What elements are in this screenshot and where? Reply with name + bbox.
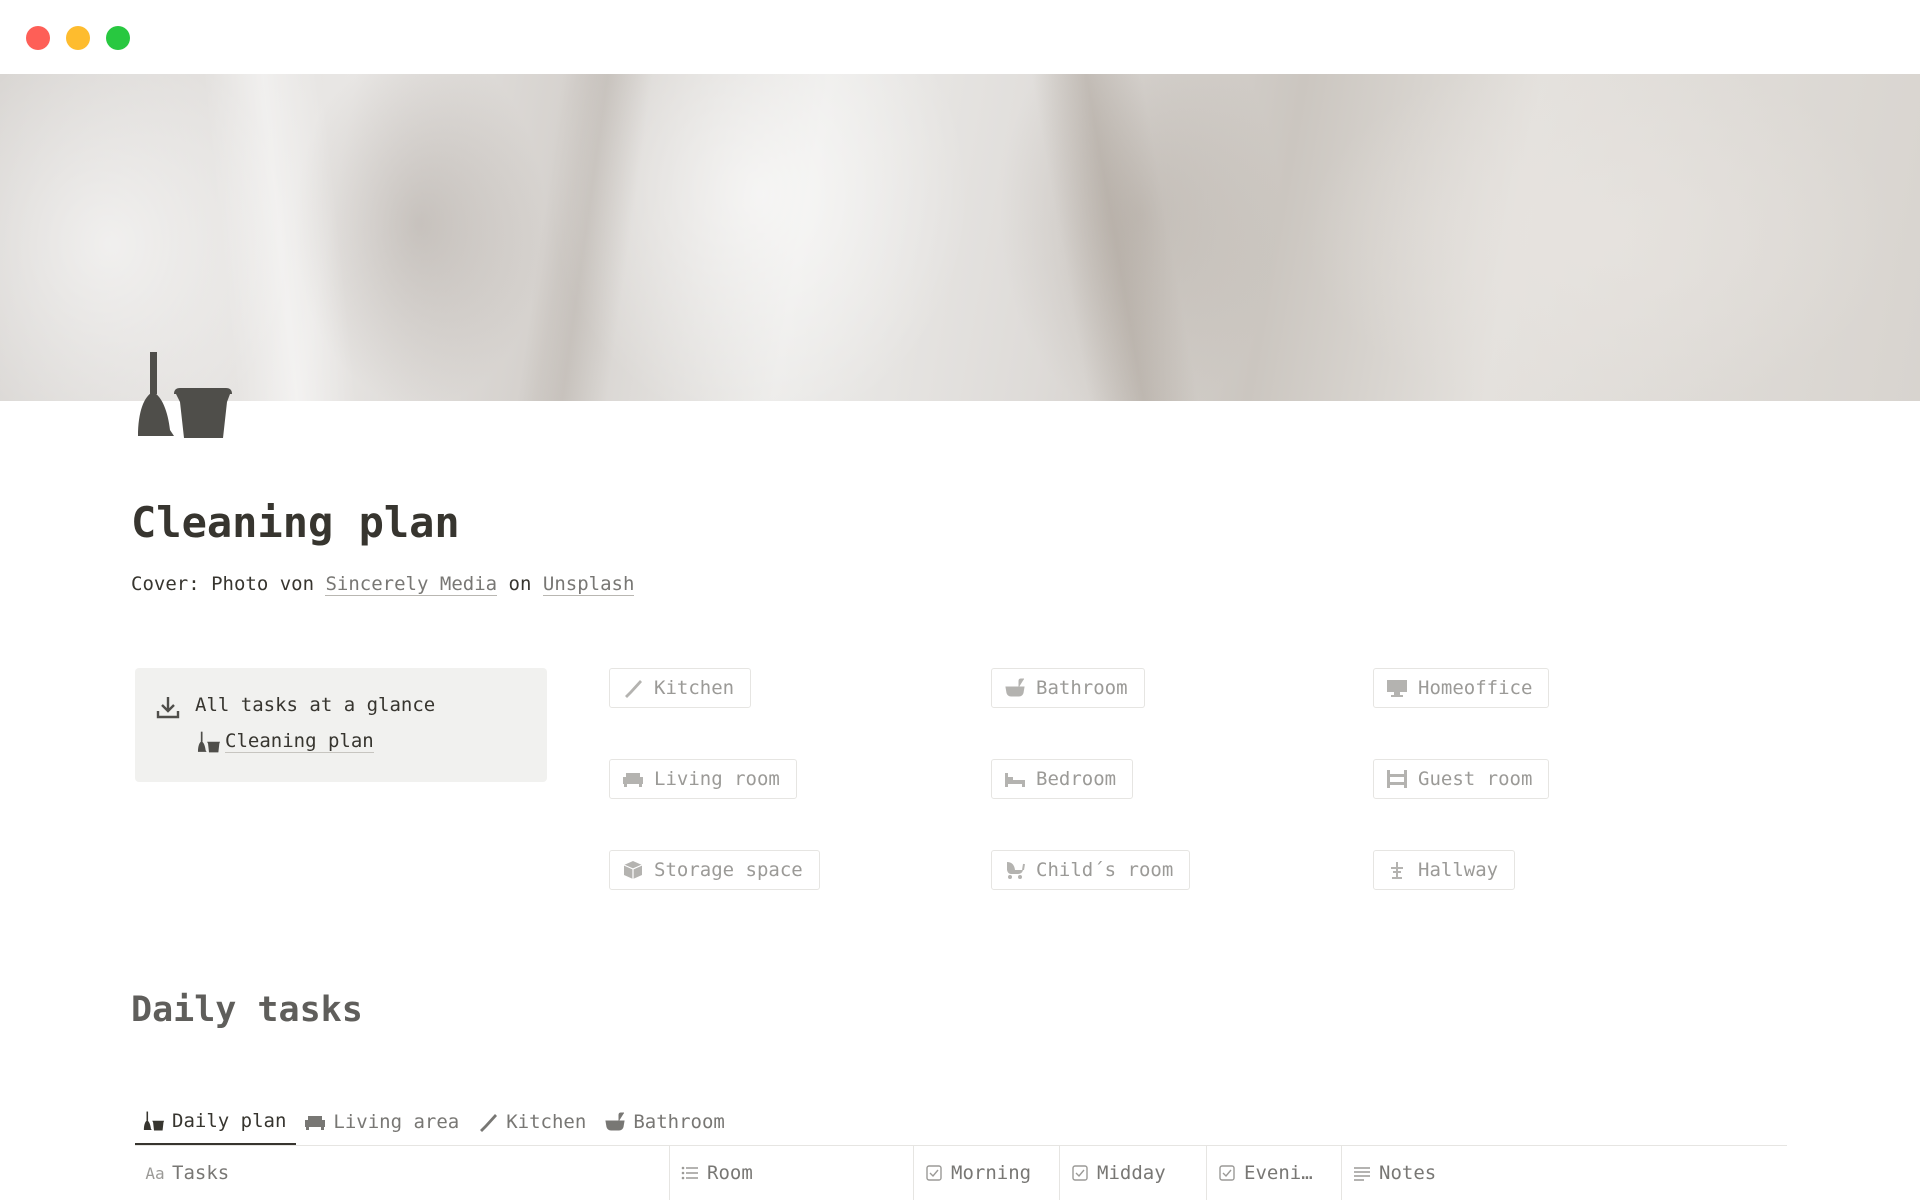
bathtub-icon [1005, 678, 1025, 697]
room-label: Guest room [1418, 768, 1533, 790]
tab-daily-plan[interactable]: Daily plan [135, 1098, 297, 1146]
room-button-hallway[interactable]: Hallway [1373, 850, 1516, 890]
source-link[interactable]: Unsplash [542, 573, 635, 596]
room-button-storage-space[interactable]: Storage space [609, 850, 820, 890]
room-button-guest-room[interactable]: Guest room [1373, 759, 1550, 799]
title-property-icon: Aa [145, 1163, 165, 1183]
column-header-notes[interactable]: Notes [1342, 1146, 1787, 1200]
checkbox-icon [924, 1163, 944, 1183]
room-label: Storage space [654, 859, 803, 881]
room-button-bedroom[interactable]: Bedroom [991, 759, 1134, 799]
column-label: Room [707, 1162, 753, 1184]
window-close-button[interactable] [26, 26, 50, 50]
room-button-kitchen[interactable]: Kitchen [609, 668, 752, 708]
column-label: Eveni… [1244, 1162, 1313, 1184]
download-icon [156, 697, 180, 719]
cover-credit: Cover: Photo von Sincerely Media on Unsp… [131, 573, 635, 596]
list-icon [680, 1163, 700, 1183]
callout-block[interactable]: All tasks at a glance Cleaning plan [135, 668, 547, 782]
text-lines-icon [1352, 1163, 1372, 1183]
column-header-morning[interactable]: Morning [914, 1146, 1060, 1200]
page-title[interactable]: Cleaning plan [131, 498, 460, 547]
credit-prefix: Cover: Photo von [131, 573, 315, 595]
window-maximize-button[interactable] [106, 26, 130, 50]
coat-rack-icon [1391, 862, 1403, 879]
checkbox-icon [1217, 1163, 1237, 1183]
box-icon [623, 861, 643, 879]
callout-text: All tasks at a glance [195, 694, 436, 716]
stroller-icon [1007, 862, 1025, 879]
app-window: Cleaning plan Cover: Photo von Sincerely… [0, 0, 1920, 1200]
room-label: Homeoffice [1418, 677, 1533, 699]
bathtub-icon [605, 1112, 625, 1131]
table-header: Aa Tasks Room Morning Midday Eveni… Note… [135, 1146, 1787, 1200]
tab-label: Daily plan [172, 1109, 287, 1132]
section-heading[interactable]: Daily tasks [131, 990, 363, 1030]
broom-bucket-icon [143, 1111, 165, 1130]
cleaning-plan-link-label: Cleaning plan [225, 730, 374, 753]
column-label: Notes [1379, 1162, 1437, 1184]
column-header-tasks[interactable]: Aa Tasks [135, 1146, 670, 1200]
column-label: Morning [951, 1162, 1032, 1184]
column-label: Tasks [172, 1162, 230, 1184]
cover-image[interactable] [0, 74, 1920, 401]
room-label: Bedroom [1036, 768, 1117, 790]
column-header-evening[interactable]: Eveni… [1207, 1146, 1342, 1200]
column-header-room[interactable]: Room [670, 1146, 914, 1200]
room-label: Hallway [1418, 859, 1499, 881]
tab-label: Bathroom [633, 1111, 725, 1133]
bed-icon [1005, 773, 1025, 787]
sofa-icon [305, 1116, 326, 1130]
credit-joiner: on [508, 573, 532, 595]
column-header-midday[interactable]: Midday [1060, 1146, 1207, 1200]
view-tabs: Daily plan Living area Kitchen Bathroom [135, 1098, 735, 1146]
tab-bathroom[interactable]: Bathroom [596, 1098, 735, 1146]
bunk-bed-icon [1387, 770, 1407, 788]
knife-icon [480, 1114, 498, 1132]
room-button-childs-room[interactable]: Child´s room [991, 850, 1191, 890]
room-label: Living room [654, 768, 780, 790]
window-minimize-button[interactable] [66, 26, 90, 50]
room-button-bathroom[interactable]: Bathroom [991, 668, 1145, 708]
broom-bucket-icon [197, 731, 221, 752]
knife-icon [625, 680, 642, 698]
column-label: Midday [1097, 1162, 1166, 1184]
cleaning-plan-link[interactable]: Cleaning plan [197, 730, 374, 753]
author-link[interactable]: Sincerely Media [325, 573, 498, 596]
title-bar [0, 0, 1920, 74]
tab-kitchen[interactable]: Kitchen [469, 1098, 596, 1146]
tab-label: Living area [333, 1111, 460, 1133]
room-label: Kitchen [654, 677, 735, 699]
room-label: Child´s room [1036, 859, 1174, 881]
room-button-living-room[interactable]: Living room [609, 759, 797, 799]
broom-bucket-icon[interactable] [134, 350, 234, 440]
checkbox-icon [1070, 1163, 1090, 1183]
room-label: Bathroom [1036, 677, 1128, 699]
room-button-homeoffice[interactable]: Homeoffice [1373, 668, 1550, 708]
tab-living-area[interactable]: Living area [296, 1098, 469, 1146]
monitor-icon [1387, 680, 1407, 697]
sofa-icon [623, 773, 643, 787]
tab-label: Kitchen [506, 1111, 587, 1133]
